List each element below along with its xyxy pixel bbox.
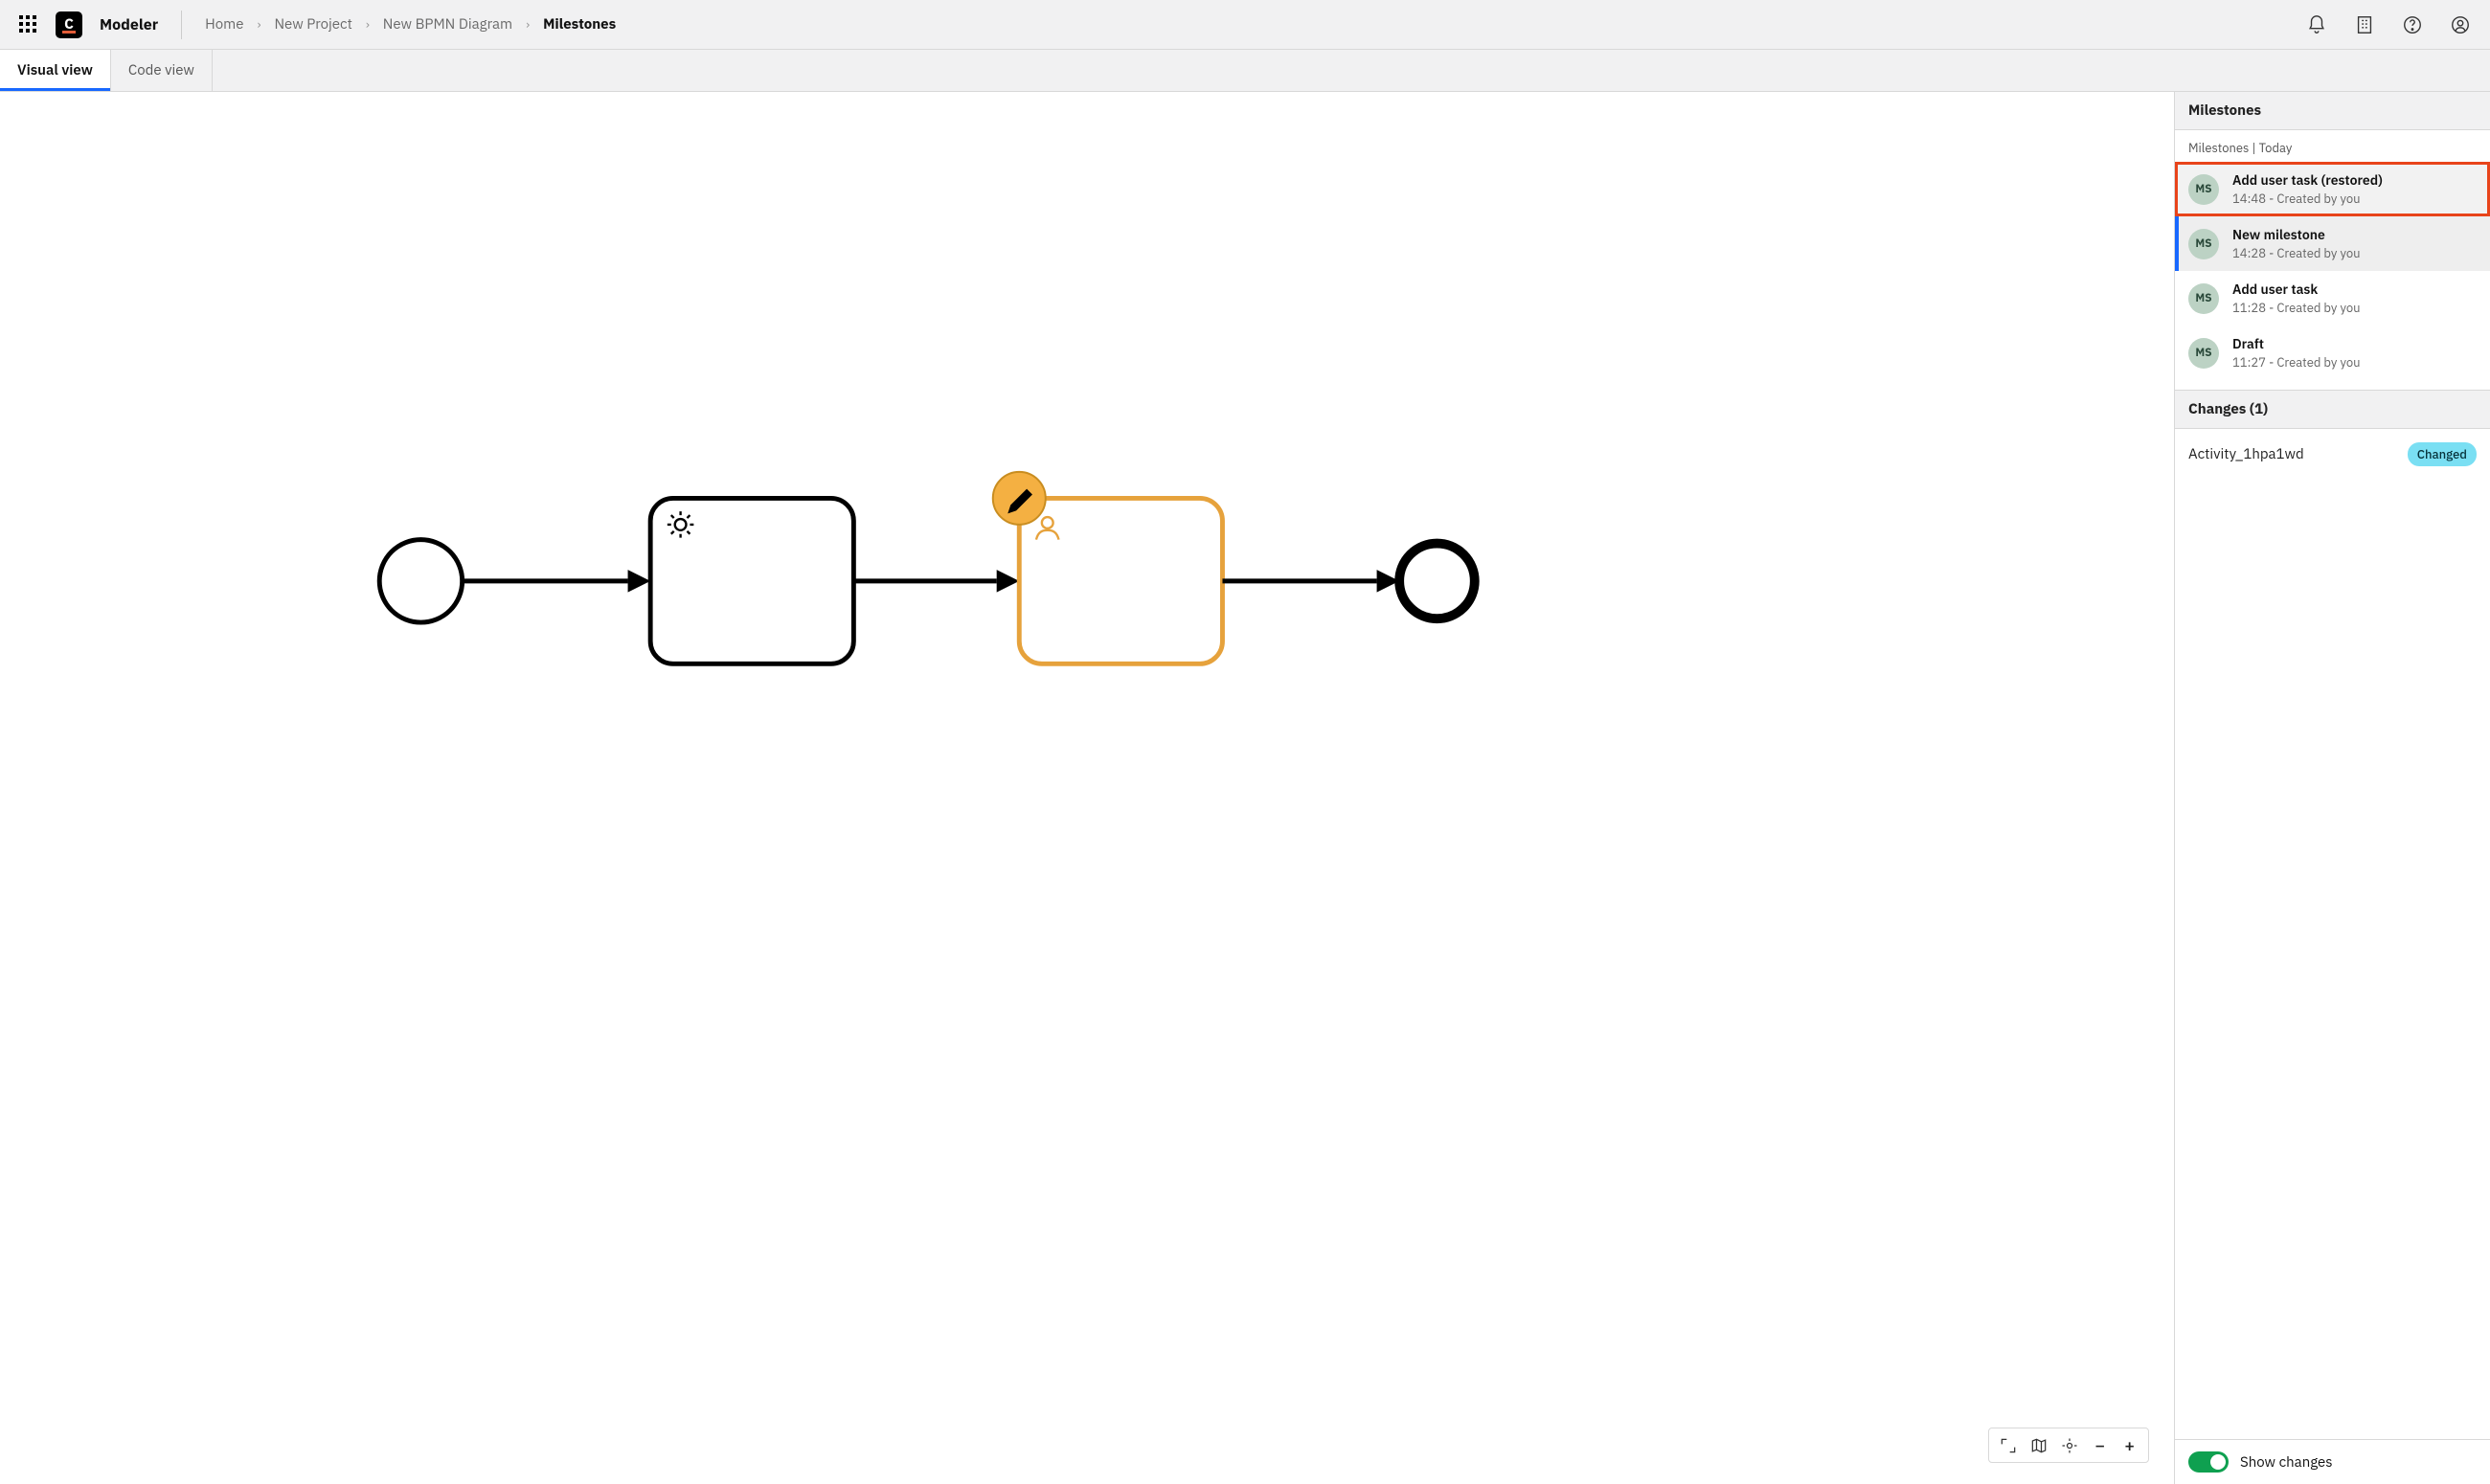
- change-badge: Changed: [2408, 442, 2477, 466]
- tab-code[interactable]: Code view: [111, 50, 213, 91]
- milestone-title: Draft: [2232, 335, 2361, 352]
- milestone-meta: 11:28 - Created by you: [2232, 300, 2361, 316]
- crumb-project[interactable]: New Project: [274, 15, 351, 34]
- bpmn-service-task[interactable]: [650, 498, 853, 663]
- chevron-right-icon: ›: [366, 16, 370, 33]
- tab-strip: Visual view Code view: [0, 50, 2490, 92]
- chevron-right-icon: ›: [258, 16, 261, 33]
- milestone-title: Add user task (restored): [2232, 171, 2383, 189]
- logo-letter: C: [64, 15, 74, 34]
- minimap-icon[interactable]: [2029, 1436, 2049, 1455]
- zoom-out-button[interactable]: −: [2091, 1434, 2109, 1456]
- milestone-title: Add user task: [2232, 281, 2361, 298]
- sidebar-header: Milestones: [2175, 92, 2490, 130]
- bpmn-start-event[interactable]: [379, 540, 462, 622]
- crumb-home[interactable]: Home: [205, 15, 243, 34]
- bpmn-user-task-changed[interactable]: [1019, 498, 1222, 663]
- milestone-row[interactable]: MS Add user task 11:28 - Created by you: [2175, 271, 2490, 326]
- divider: [181, 11, 182, 39]
- milestone-title: New milestone: [2232, 226, 2361, 243]
- recenter-icon[interactable]: [2060, 1436, 2079, 1455]
- topbar: C Modeler Home › New Project › New BPMN …: [0, 0, 2490, 50]
- help-icon[interactable]: [2402, 14, 2423, 35]
- topbar-actions: [2306, 14, 2471, 35]
- tab-visual[interactable]: Visual view: [0, 50, 111, 91]
- fullscreen-icon[interactable]: [1999, 1436, 2018, 1455]
- milestone-row[interactable]: MS Draft 11:27 - Created by you: [2175, 326, 2490, 380]
- change-id: Activity_1hpa1wd: [2188, 445, 2304, 463]
- milestone-list: MS Add user task (restored) 14:48 - Crea…: [2175, 162, 2490, 380]
- app-logo[interactable]: C: [56, 11, 82, 38]
- avatar: MS: [2188, 283, 2219, 314]
- change-row[interactable]: Activity_1hpa1wd Changed: [2175, 429, 2490, 480]
- app-name: Modeler: [100, 15, 158, 34]
- building-icon[interactable]: [2354, 14, 2375, 35]
- canvas-controls: − +: [1988, 1428, 2149, 1463]
- avatar: MS: [2188, 229, 2219, 259]
- sidebar-footer: ✓ Show changes: [2175, 1439, 2490, 1484]
- milestone-meta: 14:28 - Created by you: [2232, 245, 2361, 261]
- sidebar-subheader: Milestones | Today: [2175, 130, 2490, 162]
- user-icon[interactable]: [2450, 14, 2471, 35]
- workspace: − + Milestones Milestones | Today MS Add…: [0, 92, 2490, 1484]
- crumb-current: Milestones: [543, 15, 616, 34]
- show-changes-label: Show changes: [2240, 1453, 2333, 1472]
- milestone-meta: 11:27 - Created by you: [2232, 354, 2361, 371]
- milestone-row[interactable]: MS New milestone 14:28 - Created by you: [2175, 216, 2490, 271]
- zoom-in-button[interactable]: +: [2120, 1434, 2139, 1456]
- crumb-diagram[interactable]: New BPMN Diagram: [383, 15, 512, 34]
- milestone-row[interactable]: MS Add user task (restored) 14:48 - Crea…: [2175, 162, 2490, 216]
- avatar: MS: [2188, 338, 2219, 369]
- chevron-right-icon: ›: [526, 16, 530, 33]
- milestone-meta: 14:48 - Created by you: [2232, 191, 2383, 207]
- sidebar: Milestones Milestones | Today MS Add use…: [2174, 92, 2490, 1484]
- show-changes-toggle[interactable]: ✓: [2188, 1451, 2229, 1473]
- avatar: MS: [2188, 174, 2219, 205]
- bell-icon[interactable]: [2306, 14, 2327, 35]
- bpmn-end-event[interactable]: [1399, 544, 1475, 619]
- canvas[interactable]: − +: [0, 92, 2174, 1484]
- app-grid-icon[interactable]: [19, 15, 38, 34]
- changes-header: Changes (1): [2175, 390, 2490, 429]
- breadcrumb: Home › New Project › New BPMN Diagram › …: [205, 15, 616, 34]
- bpmn-diagram: [0, 92, 2174, 1484]
